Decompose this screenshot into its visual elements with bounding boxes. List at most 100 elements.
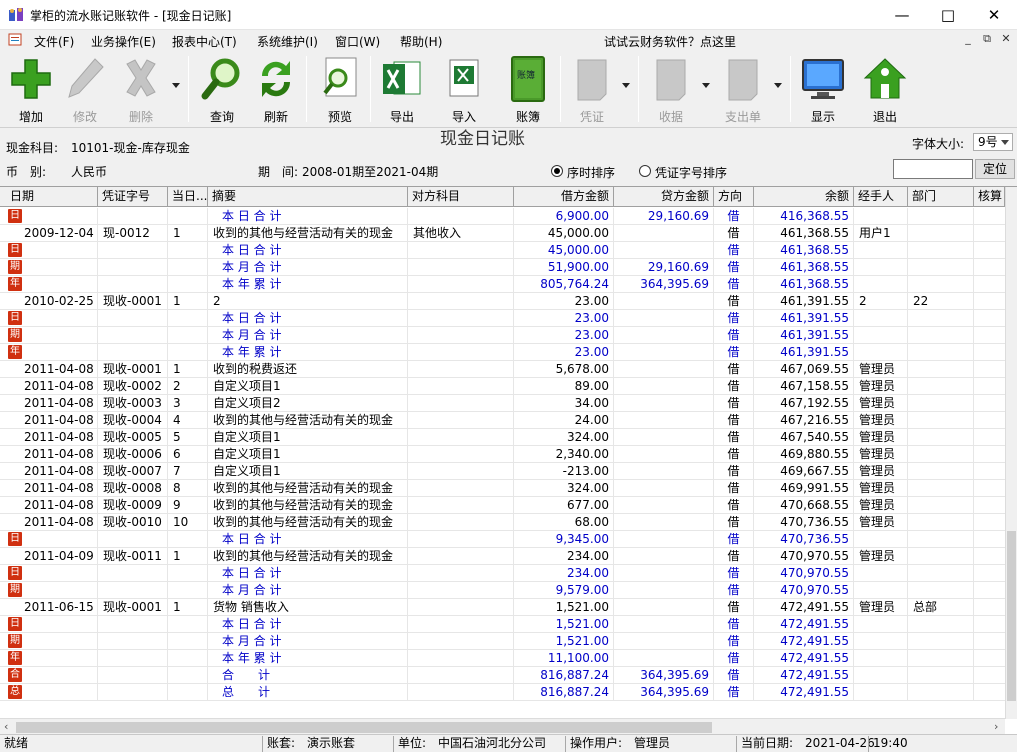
col-direction[interactable]: 方向	[714, 187, 754, 207]
table-row[interactable]: 2011-04-08 现收-0008 8 收到的其他与经营活动有关的现金 324.00 借…	[0, 480, 1005, 497]
table-row[interactable]: 2011-04-08 现收-0004 4 收到的其他与经营活动有关的现金 24.00 借 4…	[0, 412, 1005, 429]
refresh-button[interactable]: 刷新	[250, 54, 302, 126]
subtotal-row[interactable]: 日本 日 合 计 23.00 借 461,391.55	[0, 310, 1005, 327]
voucher-button[interactable]: 凭证	[566, 54, 618, 126]
subtotal-row[interactable]: 总总 计 816,887.24 364,395.69 借 472,491.55	[0, 684, 1005, 701]
sort-time-radio[interactable]	[551, 165, 563, 177]
mdi-minimize-button[interactable]: _	[960, 32, 976, 48]
delete-dropdown-arrow[interactable]	[172, 83, 180, 88]
menu-maintenance[interactable]: 系统维护(I)	[257, 33, 318, 50]
import-button[interactable]: 导入	[438, 54, 490, 126]
col-debit[interactable]: 借方金额	[514, 187, 614, 207]
receipt-button[interactable]: 收据	[644, 54, 698, 126]
locate-input[interactable]	[893, 159, 973, 179]
voucher-dropdown-arrow[interactable]	[622, 83, 630, 88]
menu-file[interactable]: 文件(F)	[34, 33, 74, 50]
row-balance: 469,880.55	[754, 446, 854, 463]
cloud-promo-link[interactable]: 试试云财务软件？点这里	[604, 33, 736, 50]
row-seq	[168, 327, 208, 344]
table-row[interactable]: 2011-04-08 现收-0003 3 自定义项目2 34.00 借 467,192.55…	[0, 395, 1005, 412]
col-date[interactable]: 日期	[6, 187, 98, 207]
table-row[interactable]: 2010-02-25 现收-0001 1 2 23.00 借 461,391.55 2 22	[0, 293, 1005, 310]
row-handler: 管理员	[854, 514, 908, 531]
subtotal-row[interactable]: 合合 计 816,887.24 364,395.69 借 472,491.55	[0, 667, 1005, 684]
subtotal-row[interactable]: 期本 月 合 计 9,579.00 借 470,970.55	[0, 582, 1005, 599]
vertical-scroll-thumb[interactable]	[1007, 531, 1016, 701]
period-value: 2008-01期至2021-04期	[302, 165, 439, 179]
subtotal-row[interactable]: 年本 年 累 计 11,100.00 借 472,491.55	[0, 650, 1005, 667]
row-balance: 470,736.55	[754, 514, 854, 531]
subtotal-row[interactable]: 年本 年 累 计 23.00 借 461,391.55	[0, 344, 1005, 361]
row-seq	[168, 650, 208, 667]
table-row[interactable]: 2011-06-15 现收-0001 1 货物 销售收入 1,521.00 借 472,49…	[0, 599, 1005, 616]
locate-button[interactable]: 定位	[975, 159, 1015, 179]
subtotal-row[interactable]: 日本 日 合 计 1,521.00 借 472,491.55	[0, 616, 1005, 633]
minimize-button[interactable]: —	[879, 0, 925, 30]
horizontal-scroll-thumb[interactable]	[16, 722, 712, 733]
table-row[interactable]: 2011-04-08 现收-0002 2 自定义项目1 89.00 借 467,158.55…	[0, 378, 1005, 395]
table-row[interactable]: 2011-04-08 现收-0010 10 收到的其他与经营活动有关的现金 68.00 借…	[0, 514, 1005, 531]
subtotal-row[interactable]: 年本 年 累 计 805,764.24 364,395.69 借 461,368.55	[0, 276, 1005, 293]
table-row[interactable]: 2011-04-08 现收-0005 5 自定义项目1 324.00 借 467,540.5…	[0, 429, 1005, 446]
row-department	[908, 259, 974, 276]
delete-button[interactable]: 删除	[114, 54, 168, 126]
col-accounting[interactable]: 核算	[974, 187, 1005, 207]
maximize-button[interactable]: □	[925, 0, 971, 30]
subtotal-row[interactable]: 期本 月 合 计 51,900.00 29,160.69 借 461,368.55	[0, 259, 1005, 276]
row-handler	[854, 684, 908, 701]
col-seq[interactable]: 当日...	[168, 187, 208, 207]
row-balance: 470,970.55	[754, 548, 854, 565]
grid-header: 日期 凭证字号 当日... 摘要 对方科目 借方金额 贷方金额 方向 余额 经手…	[0, 187, 1005, 207]
col-voucher[interactable]: 凭证字号	[98, 187, 168, 207]
menu-reports[interactable]: 报表中心(T)	[172, 33, 237, 50]
col-department[interactable]: 部门	[908, 187, 974, 207]
receipt-dropdown-arrow[interactable]	[702, 83, 710, 88]
mdi-restore-button[interactable]: ⧉	[979, 32, 995, 48]
payment-dropdown-arrow[interactable]	[774, 83, 782, 88]
subtotal-row[interactable]: 日本 日 合 计 9,345.00 借 470,736.55	[0, 531, 1005, 548]
col-balance[interactable]: 余额	[754, 187, 854, 207]
subtotal-row[interactable]: 期本 月 合 计 23.00 借 461,391.55	[0, 327, 1005, 344]
display-button[interactable]: 显示	[796, 54, 850, 126]
table-row[interactable]: 2009-12-04 现-0012 1 收到的其他与经营活动有关的现金 其他收入 45,0…	[0, 225, 1005, 242]
preview-button[interactable]: 预览	[314, 54, 366, 126]
menu-business[interactable]: 业务操作(E)	[91, 33, 156, 50]
table-row[interactable]: 2011-04-08 现收-0007 7 自定义项目1 -213.00 借 469,667.…	[0, 463, 1005, 480]
sort-voucher-label[interactable]: 凭证字号排序	[655, 164, 727, 181]
payment-button[interactable]: 支出单	[716, 54, 770, 126]
table-row[interactable]: 2011-04-08 现收-0009 9 收到的其他与经营活动有关的现金 677.00 借…	[0, 497, 1005, 514]
row-credit	[614, 293, 714, 310]
sort-time-label[interactable]: 序时排序	[567, 164, 615, 181]
menu-window[interactable]: 窗口(W)	[335, 33, 380, 50]
edit-button[interactable]: 修改	[60, 54, 110, 126]
row-direction: 借	[714, 276, 754, 293]
font-size-select[interactable]: 9号	[973, 133, 1013, 151]
row-voucher: 现-0012	[98, 225, 168, 242]
horizontal-scrollbar[interactable]: ‹ ›	[0, 718, 1005, 734]
col-counter-account[interactable]: 对方科目	[408, 187, 514, 207]
col-summary[interactable]: 摘要	[208, 187, 408, 207]
table-row[interactable]: 2011-04-09 现收-0011 1 收到的其他与经营活动有关的现金 234.00 借…	[0, 548, 1005, 565]
menu-help[interactable]: 帮助(H)	[400, 33, 442, 50]
col-credit[interactable]: 贷方金额	[614, 187, 714, 207]
table-row[interactable]: 2011-04-08 现收-0001 1 收到的税费返还 5,678.00 借 467,06…	[0, 361, 1005, 378]
export-button[interactable]: 导出	[376, 54, 428, 126]
table-row[interactable]: 2011-04-08 现收-0006 6 自定义项目1 2,340.00 借 469,880…	[0, 446, 1005, 463]
add-button[interactable]: 增加	[6, 54, 56, 126]
sort-voucher-radio[interactable]	[639, 165, 651, 177]
col-handler[interactable]: 经手人	[854, 187, 908, 207]
scroll-right-icon[interactable]: ›	[994, 720, 998, 733]
row-direction: 借	[714, 497, 754, 514]
ledger-button[interactable]: 账簿	[502, 54, 554, 126]
vertical-scrollbar[interactable]	[1005, 187, 1017, 719]
mdi-close-button[interactable]: ✕	[998, 32, 1014, 48]
scroll-left-icon[interactable]: ‹	[4, 720, 8, 733]
exit-button[interactable]: 退出	[858, 54, 912, 126]
subtotal-row[interactable]: 日本 日 合 计 6,900.00 29,160.69 借 416,368.55	[0, 208, 1005, 225]
close-button[interactable]: ✕	[971, 0, 1017, 30]
subtotal-row[interactable]: 日本 日 合 计 234.00 借 470,970.55	[0, 565, 1005, 582]
row-credit	[614, 650, 714, 667]
subtotal-row[interactable]: 期本 月 合 计 1,521.00 借 472,491.55	[0, 633, 1005, 650]
query-button[interactable]: 查询	[196, 54, 248, 126]
subtotal-row[interactable]: 日本 日 合 计 45,000.00 借 461,368.55	[0, 242, 1005, 259]
